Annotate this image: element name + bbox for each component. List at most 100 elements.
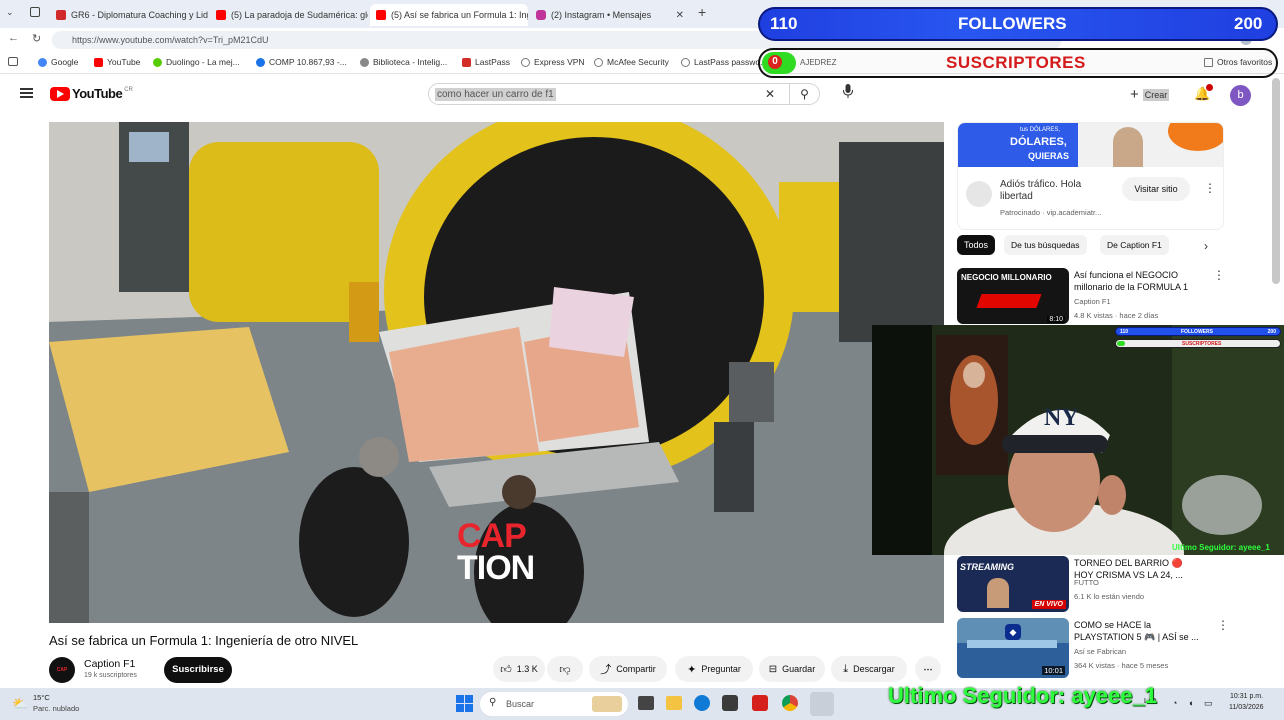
chips-next-chevron-icon[interactable]: › xyxy=(1204,239,1208,253)
chrome-icon[interactable] xyxy=(782,695,798,711)
file-explorer-icon[interactable] xyxy=(666,696,682,710)
video-menu-icon[interactable]: ⋮ xyxy=(1217,618,1229,632)
ad-person xyxy=(1113,127,1143,167)
share-button[interactable]: ⤴ Compartir xyxy=(589,656,667,682)
subscribers-goal-bar: 0 AJEDREZ SUSCRIPTORES xyxy=(758,48,1278,78)
webcam-overlay: NY 110 FOLLOWERS 200 SUSCRIPTORES Ultimo… xyxy=(872,325,1284,555)
download-button[interactable]: ⤓ Descargar xyxy=(831,656,907,682)
cam-followers-count: 110 xyxy=(1120,329,1129,335)
bookmark-duolingo[interactable]: Duolingo - La mej... xyxy=(153,57,240,67)
cam-subscribers-bar: SUSCRIPTORES xyxy=(1115,339,1281,348)
volume-icon[interactable]: ◖ xyxy=(1188,698,1193,708)
task-view-icon[interactable] xyxy=(638,696,654,710)
active-app-icon[interactable] xyxy=(810,692,834,716)
more-actions-button[interactable]: ⋯ xyxy=(915,656,941,682)
ask-button[interactable]: ✦ Preguntar xyxy=(675,656,753,682)
sidebar-video-thumbnail: ◆ 10:01 xyxy=(957,618,1069,678)
bookmark-expressvpn[interactable]: Express VPN xyxy=(521,57,585,67)
bookmark-lastpass-passwords[interactable]: LastPass passwo... xyxy=(681,57,767,67)
caption-overlay-tion: TION xyxy=(457,549,535,587)
red-app-icon[interactable] xyxy=(752,695,768,711)
subscribers-label: SUSCRIPTORES xyxy=(946,53,1086,72)
chip-all[interactable]: Todos xyxy=(957,235,996,255)
globe-icon xyxy=(521,57,530,67)
duolingo-icon xyxy=(153,57,162,67)
clock-date[interactable]: 11/03/2026 xyxy=(1229,704,1264,711)
sidebar-video-3[interactable]: ◆ 10:01 COMO se HACE la PLAYSTATION 5 🎮 … xyxy=(957,618,1229,678)
sparkle-icon: ✦ xyxy=(687,663,697,676)
bookmark-lastpass[interactable]: LastPass xyxy=(462,57,510,67)
tab-close-icon[interactable]: ✕ xyxy=(670,10,684,21)
bookmark-comp[interactable]: COMP 10.867,93 -... xyxy=(256,57,347,67)
page-scrollbar[interactable] xyxy=(1272,78,1280,284)
tab-label: (2) Instagram • Mensajes xyxy=(551,10,652,20)
globe-icon xyxy=(256,57,265,67)
apps-icon[interactable] xyxy=(8,57,18,66)
reload-icon[interactable]: ↻ xyxy=(32,32,41,45)
create-button[interactable]: + Crear xyxy=(1130,86,1170,103)
search-button[interactable]: ⚲ xyxy=(790,83,820,105)
sidebar-video-thumbnail: STREAMING EN VIVO xyxy=(957,556,1069,612)
tab-favicon-icon xyxy=(56,10,66,20)
bookmark-biblioteca[interactable]: Biblioteca - Intelig... xyxy=(360,57,447,67)
tab-1[interactable]: GR6 - Diplomatura Coaching y Lid ✕ xyxy=(50,4,208,26)
windows-start-icon[interactable] xyxy=(456,695,473,712)
dislike-button[interactable]: 👎︎ xyxy=(547,656,583,682)
globe-icon xyxy=(681,57,690,67)
tab-favicon-icon xyxy=(376,10,386,20)
followers-goal-bar: 110 FOLLOWERS 200 xyxy=(758,7,1278,41)
tab-4[interactable]: (2) Instagram • Mensajes ✕ xyxy=(530,4,690,26)
bookmark-google[interactable]: Google xyxy=(38,57,78,67)
sidebar-video-2[interactable]: STREAMING EN VIVO TORNEO DEL BARRIO 🔴 HO… xyxy=(957,556,1227,612)
subscribe-button[interactable]: Suscribirse xyxy=(164,657,232,683)
new-tab-icon[interactable]: + xyxy=(698,4,706,20)
like-button[interactable]: 👍︎ 1.3 K xyxy=(493,656,545,682)
clock-time[interactable]: 10:31 p.m. xyxy=(1230,693,1263,700)
search-highlight-icon xyxy=(592,696,622,712)
store-icon[interactable] xyxy=(722,695,738,711)
tab-actions-icon[interactable] xyxy=(30,7,40,17)
search-input[interactable]: como hacer un carro de f1 ✕ xyxy=(428,83,790,105)
battery-icon[interactable]: ▭ xyxy=(1204,698,1213,709)
clear-search-icon[interactable]: ✕ xyxy=(765,87,775,101)
visit-site-button[interactable]: Visitar sitio xyxy=(1122,177,1190,201)
sidebar-video-1[interactable]: NEGOCIO MILLONARIO 8:10 Así funciona el … xyxy=(957,268,1227,324)
youtube-icon xyxy=(94,57,103,67)
taskbar-search-field[interactable]: ⚲ Buscar xyxy=(480,692,628,716)
cam-followers-label: FOLLOWERS xyxy=(1181,329,1213,335)
ad-card[interactable]: tus DÓLARES, DÓLARES, QUIERAS Adiós tráf… xyxy=(957,122,1224,230)
tab-label: GR6 - Diplomatura Coaching y Lid xyxy=(71,10,208,20)
channel-avatar[interactable]: CAP xyxy=(49,657,75,683)
chip-from-searches[interactable]: De tus búsquedas xyxy=(1004,235,1087,255)
tab-2[interactable]: (5) La paradoja de Sudamérica: glo ✕ xyxy=(210,4,368,26)
search-icon: ⚲ xyxy=(489,697,497,708)
video-menu-icon[interactable]: ⋮ xyxy=(1213,268,1225,282)
wifi-icon[interactable]: ◔ xyxy=(1172,698,1177,708)
youtube-logo[interactable]: YouTube CR xyxy=(50,86,133,101)
weather-icon[interactable]: ⛅ xyxy=(12,696,28,712)
back-icon[interactable]: ← xyxy=(8,32,19,44)
channel-actions-row: CAP Caption F1 19 k suscriptores Suscrib… xyxy=(49,656,944,684)
subscribers-extra-text: AJEDREZ xyxy=(800,58,837,67)
cam-followers-bar: 110 FOLLOWERS 200 xyxy=(1115,327,1281,336)
video-player[interactable]: CAP TION xyxy=(49,122,944,623)
google-icon xyxy=(38,57,47,67)
ad-menu-icon[interactable]: ⋮ xyxy=(1204,181,1216,195)
tab-favicon-icon xyxy=(536,10,546,20)
voice-search-button[interactable] xyxy=(836,83,860,105)
chip-from-caption-f1[interactable]: De Caption F1 xyxy=(1100,235,1169,255)
thumbs-up-icon: 👍︎ xyxy=(500,663,512,676)
tab-3-active[interactable]: (5) Así se fabrica un Formula 1: Ing ✕ xyxy=(370,4,528,26)
tab-list-chevron-icon[interactable]: ⌄ xyxy=(6,7,14,18)
menu-icon[interactable] xyxy=(20,88,33,98)
save-button[interactable]: ⊟ Guardar xyxy=(759,656,825,682)
channel-name[interactable]: Caption F1 xyxy=(84,658,135,670)
youtube-play-icon xyxy=(50,86,70,101)
bookmark-youtube[interactable]: YouTube xyxy=(94,57,140,67)
edge-icon[interactable] xyxy=(694,695,710,711)
more-horizontal-icon: ⋯ xyxy=(923,663,933,674)
weather-temp: 15°C xyxy=(33,693,50,702)
account-avatar[interactable]: b xyxy=(1230,85,1251,106)
followers-goal: 200 xyxy=(1234,14,1263,33)
bookmark-mcafee[interactable]: McAfee Security xyxy=(594,57,669,67)
